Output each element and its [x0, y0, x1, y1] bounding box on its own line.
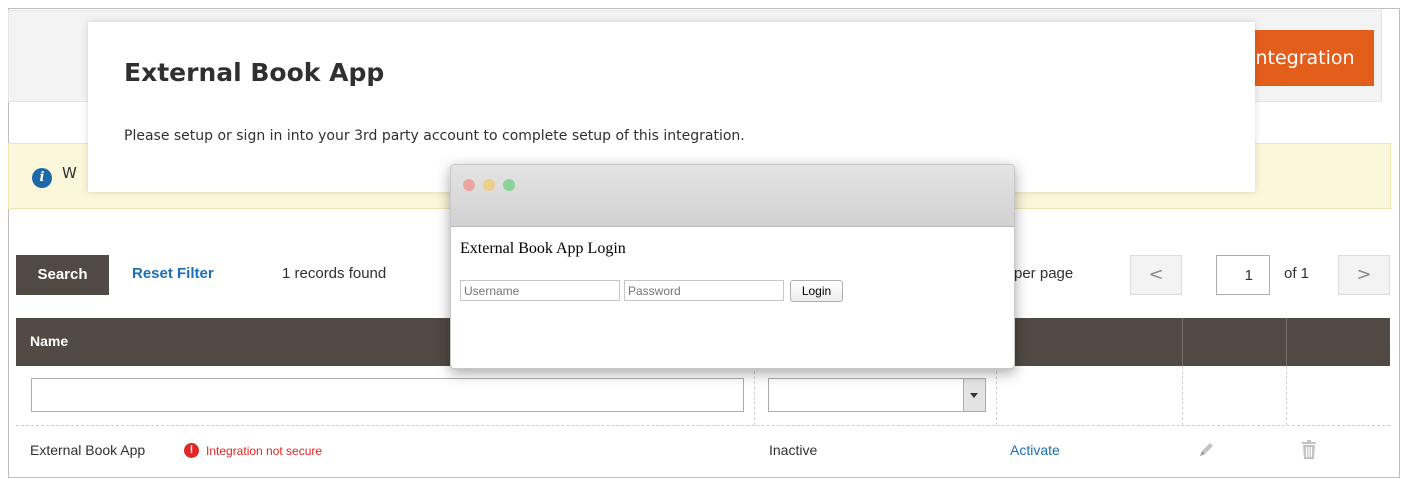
status-filter-select[interactable] — [768, 378, 986, 412]
info-icon: i — [32, 168, 52, 188]
reset-filter-link[interactable]: Reset Filter — [132, 265, 214, 282]
minimize-window-icon[interactable] — [483, 179, 495, 191]
integration-name: External Book App — [30, 442, 146, 458]
modal-title: External Book App — [124, 58, 385, 87]
records-found: 1 records found — [282, 265, 387, 282]
name-filter-input[interactable] — [31, 378, 744, 412]
activate-link[interactable]: Activate — [1010, 442, 1060, 458]
modal-description: Please setup or sign in into your 3rd pa… — [124, 128, 745, 144]
prev-page-button[interactable]: < — [1130, 255, 1182, 295]
column-divider — [1286, 318, 1287, 366]
integration-status: Inactive — [769, 442, 818, 458]
password-input[interactable] — [624, 280, 784, 301]
login-button[interactable]: Login — [790, 280, 843, 302]
error-icon: ! — [184, 443, 199, 458]
window-controls — [463, 179, 523, 193]
trash-icon[interactable] — [1300, 440, 1318, 460]
select-arrow-box[interactable] — [963, 379, 985, 411]
column-divider — [1182, 318, 1183, 366]
login-popup-window: External Book App Login Login — [450, 164, 1015, 369]
close-window-icon[interactable] — [463, 179, 475, 191]
popup-title-bar[interactable] — [451, 165, 1014, 227]
chevron-down-icon — [970, 393, 978, 398]
per-page-label: per page — [1014, 265, 1074, 282]
column-header-name[interactable]: Name — [30, 333, 68, 349]
total-pages-label: of 1 — [1284, 265, 1310, 282]
table-row: External Book App ! Integration not secu… — [16, 426, 1390, 476]
integration-warning: Integration not secure — [206, 444, 323, 458]
popup-title: External Book App Login — [460, 240, 626, 257]
maximize-window-icon[interactable] — [503, 179, 515, 191]
pencil-icon[interactable] — [1196, 440, 1216, 460]
username-input[interactable] — [460, 280, 620, 301]
page-number-input[interactable] — [1216, 255, 1270, 295]
filter-row — [16, 366, 1390, 426]
search-button[interactable]: Search — [16, 255, 109, 295]
next-page-button[interactable]: > — [1338, 255, 1390, 295]
